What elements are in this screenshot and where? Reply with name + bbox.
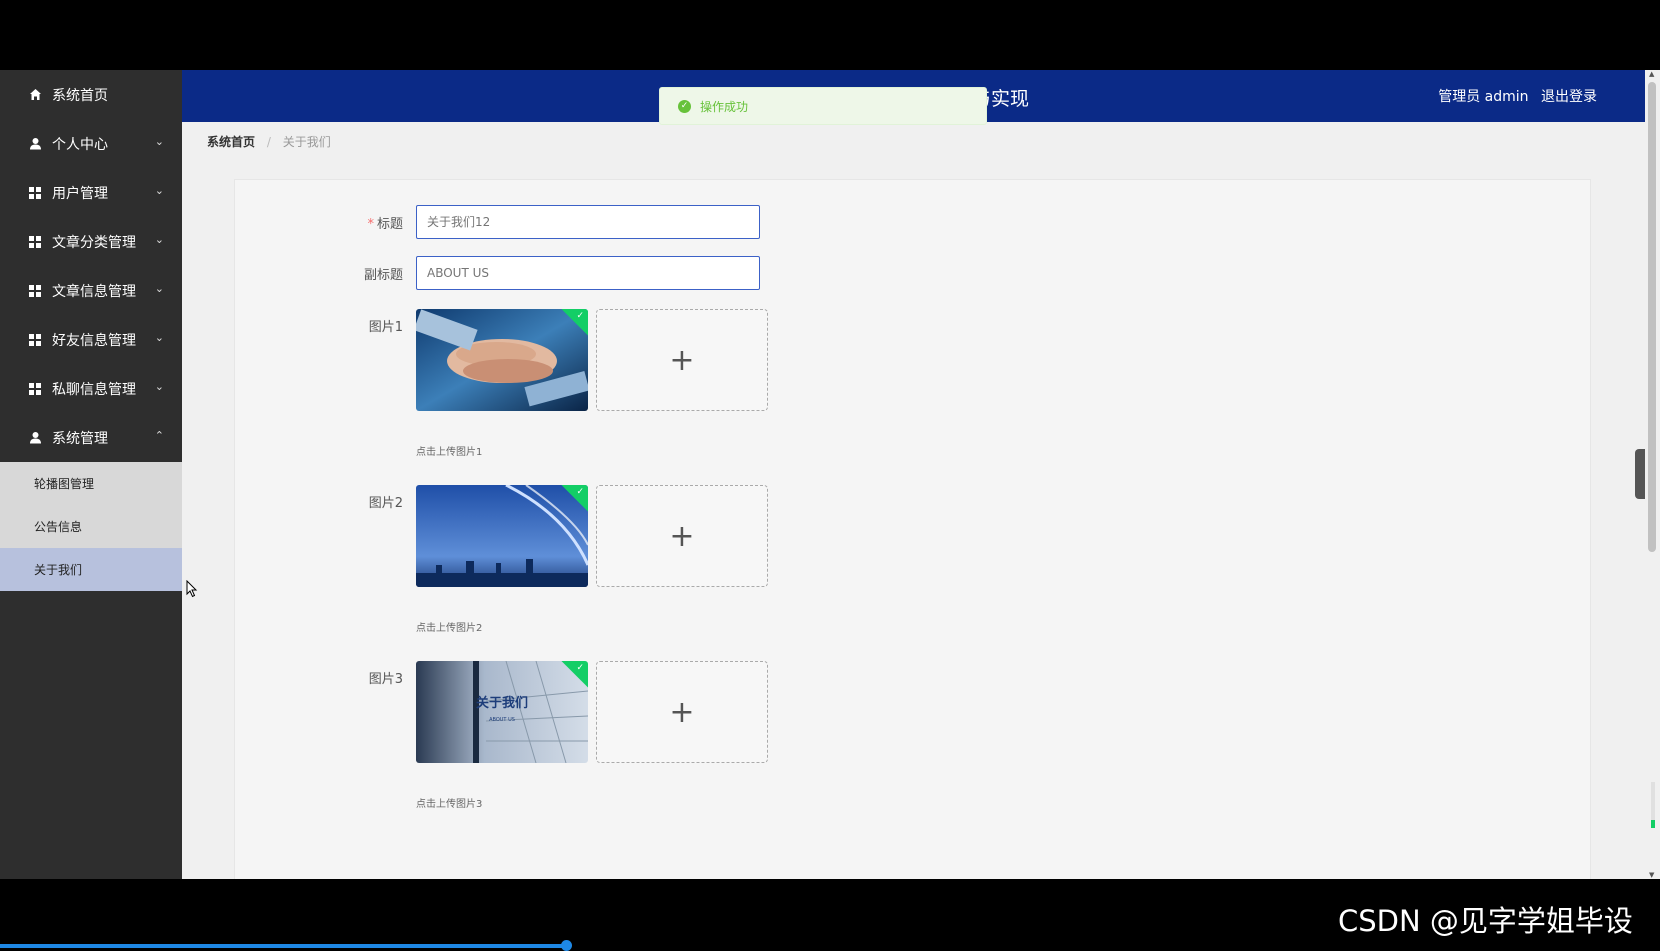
image1-upload-button[interactable]: + (596, 309, 768, 411)
image1-label: 图片1 (368, 320, 403, 335)
sidebar-item-article-category[interactable]: 文章分类管理 ⌄ (0, 217, 182, 266)
image3-overlay-sub: ABOUT US (489, 717, 515, 723)
check-icon: ✓ (576, 311, 584, 321)
title-label: * 标题 (303, 213, 403, 232)
breadcrumb-current: 关于我们 (282, 135, 331, 149)
image3-thumbnail[interactable]: 关于我们 ABOUT US ✓ (416, 661, 588, 763)
submenu-item-notice[interactable]: 公告信息 (0, 505, 182, 548)
user-icon (28, 137, 42, 151)
sidebar-item-home[interactable]: 系统首页 (0, 70, 182, 119)
video-progress-bar[interactable] (0, 940, 572, 951)
check-circle-icon: ✓ (678, 99, 691, 113)
sidebar-item-label: 用户管理 (52, 185, 108, 202)
user-icon (28, 431, 42, 445)
grid-icon (28, 284, 42, 298)
toast-message: 操作成功 (700, 99, 749, 114)
home-icon (28, 88, 42, 102)
chevron-down-icon: ⌄ (154, 331, 164, 344)
chevron-down-icon: ⌄ (154, 282, 164, 295)
scroll-up-icon: ▲ (1649, 70, 1655, 78)
scroll-down-icon: ▼ (1649, 871, 1655, 879)
breadcrumb: 系统首页 / 关于我们 (207, 133, 331, 150)
image2-thumbnail[interactable]: ✓ (416, 485, 588, 587)
header-user-area: 管理员 admin 退出登录 (1430, 86, 1597, 106)
image2-label: 图片2 (368, 496, 403, 511)
image1-thumbnail[interactable]: ✓ (416, 309, 588, 411)
grid-icon (28, 333, 42, 347)
sidebar-item-article-info[interactable]: 文章信息管理 ⌄ (0, 266, 182, 315)
grid-icon (28, 186, 42, 200)
app-screen: 系统首页 个人中心 ⌄ 用户管理 ⌄ 文章分类管理 ⌄ 文章信息管理 ⌄ 好友信… (0, 70, 1660, 879)
progress-knob[interactable] (561, 940, 572, 951)
chevron-down-icon: ⌄ (154, 184, 164, 197)
subtitle-label: 副标题 (363, 268, 403, 283)
sidebar-item-label: 个人中心 (52, 136, 108, 153)
image3-overlay-title: 关于我们 (476, 695, 528, 711)
volume-level (1651, 820, 1655, 828)
sidebar-item-label: 系统管理 (52, 430, 108, 447)
image3-hint: 点击上传图片3 (416, 799, 483, 810)
sidebar-item-label: 好友信息管理 (52, 332, 136, 349)
sidebar-item-label: 文章信息管理 (52, 283, 136, 300)
sidebar-item-users[interactable]: 用户管理 ⌄ (0, 168, 182, 217)
submenu-item-about-us[interactable]: 关于我们 (0, 548, 182, 591)
chevron-down-icon: ⌄ (154, 380, 164, 393)
breadcrumb-home[interactable]: 系统首页 (207, 135, 255, 149)
sidebar-item-private-chat[interactable]: 私聊信息管理 ⌄ (0, 364, 182, 413)
grid-icon (28, 382, 42, 396)
mouse-cursor-icon (186, 579, 198, 602)
title-input[interactable] (416, 205, 760, 239)
csdn-watermark: CSDN @见字学姐毕设 (1338, 904, 1633, 938)
image1-hint: 点击上传图片1 (416, 447, 483, 458)
system-submenu: 轮播图管理 公告信息 关于我们 (0, 462, 182, 591)
title-label-text: 标题 (376, 217, 403, 232)
sidebar-item-label: 系统首页 (52, 87, 108, 104)
success-toast: ✓ 操作成功 (659, 87, 987, 125)
image2-hint: 点击上传图片2 (416, 623, 483, 634)
sidebar-item-personal[interactable]: 个人中心 ⌄ (0, 119, 182, 168)
volume-indicator (1651, 782, 1655, 828)
image2-upload-button[interactable]: + (596, 485, 768, 587)
chevron-up-icon: ⌃ (154, 429, 164, 442)
sidebar: 系统首页 个人中心 ⌄ 用户管理 ⌄ 文章分类管理 ⌄ 文章信息管理 ⌄ 好友信… (0, 70, 182, 879)
about-us-form-card: *标题 副标题 图片1 ✓ + 点击上传图片1 图片2 (234, 179, 1591, 879)
scrollbar-thumb[interactable] (1648, 82, 1656, 552)
chevron-down-icon: ⌄ (154, 135, 164, 148)
breadcrumb-separator: / (266, 135, 271, 149)
check-icon: ✓ (576, 487, 584, 497)
chevron-down-icon: ⌄ (154, 233, 164, 246)
sidebar-item-friends[interactable]: 好友信息管理 ⌄ (0, 315, 182, 364)
check-icon: ✓ (576, 663, 584, 673)
sidebar-item-label: 私聊信息管理 (52, 381, 136, 398)
grid-icon (28, 235, 42, 249)
subtitle-input[interactable] (416, 256, 760, 290)
submenu-item-carousel[interactable]: 轮播图管理 (0, 462, 182, 505)
image3-label: 图片3 (368, 672, 403, 687)
sidebar-item-system[interactable]: 系统管理 ⌃ (0, 413, 182, 462)
image3-upload-button[interactable]: + (596, 661, 768, 763)
required-mark: * (367, 217, 374, 232)
sidebar-item-label: 文章分类管理 (52, 234, 136, 251)
admin-user-label: 管理员 admin (1438, 89, 1529, 105)
logout-link[interactable]: 退出登录 (1541, 89, 1597, 105)
page-scrollbar[interactable]: ▲ ▼ (1645, 70, 1660, 879)
